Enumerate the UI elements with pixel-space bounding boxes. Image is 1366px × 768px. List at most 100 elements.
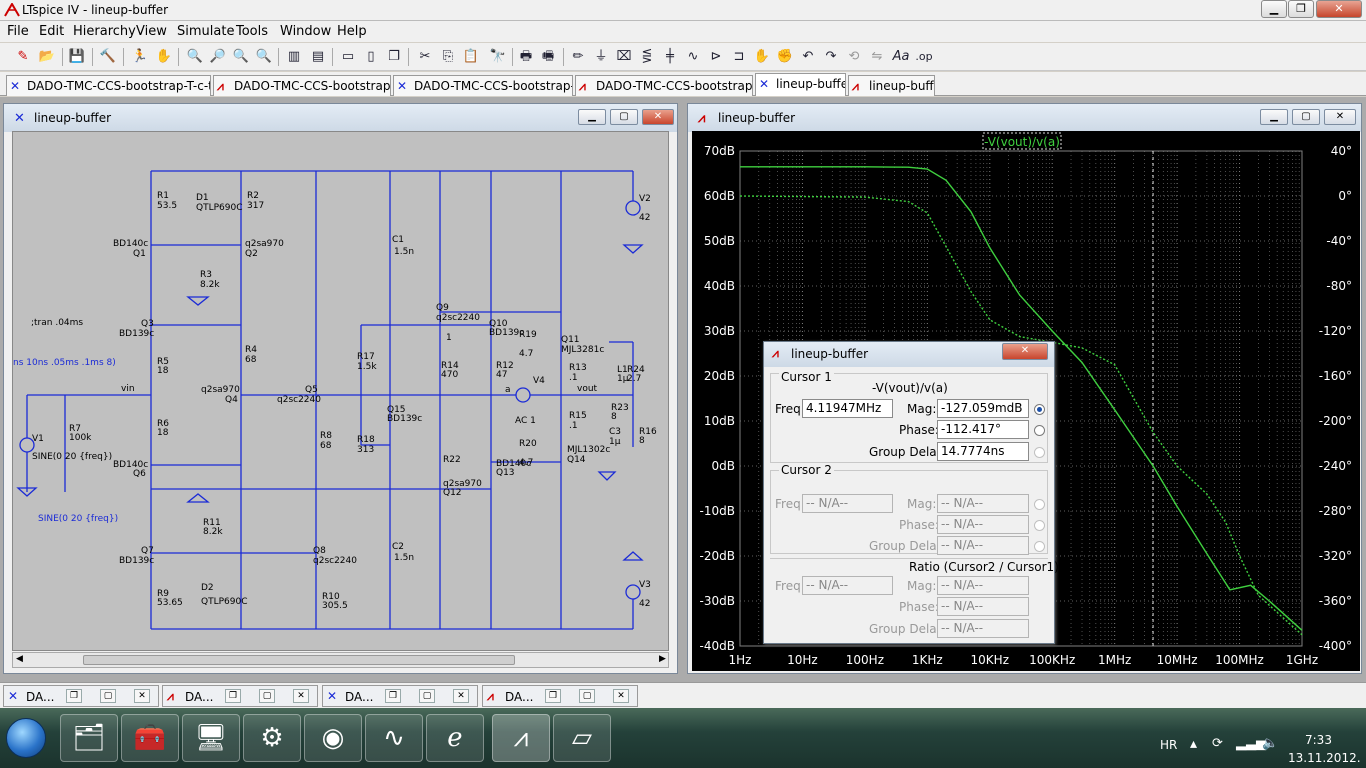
schematic-hscrollbar[interactable]: ◀ ▶ bbox=[12, 652, 669, 668]
tab-doc-3[interactable]: ✕ DADO-TMC-CCS-bootstrap-T-d bbox=[393, 75, 573, 96]
undo-icon[interactable]: ↶ bbox=[798, 47, 818, 67]
restore-icon[interactable]: ❐ bbox=[545, 689, 561, 703]
print-icon[interactable]: 🖶 bbox=[516, 47, 536, 67]
capacitor-icon[interactable]: ╪ bbox=[660, 47, 680, 67]
close-icon[interactable]: ✕ bbox=[453, 689, 469, 703]
zoom-out-icon[interactable]: 🔍 bbox=[231, 47, 251, 67]
cursor2-group-delay-radio[interactable] bbox=[1034, 541, 1045, 552]
scroll-left-icon[interactable]: ◀ bbox=[16, 654, 23, 664]
cursor2-group-delay-field[interactable]: -- N/A-- bbox=[937, 536, 1029, 555]
open-icon[interactable]: 📂 bbox=[37, 47, 57, 67]
cursor1-phase-field[interactable]: -112.417° bbox=[937, 420, 1029, 439]
rotate-icon[interactable]: ⟲ bbox=[844, 47, 864, 67]
cursor1-mag-radio[interactable] bbox=[1034, 404, 1045, 415]
zoom-in-icon[interactable]: 🔍 bbox=[185, 47, 205, 67]
cursor2-mag-field[interactable]: -- N/A-- bbox=[937, 494, 1029, 513]
menu-help[interactable]: Help bbox=[337, 24, 367, 39]
menu-tools[interactable]: Tools bbox=[236, 24, 268, 39]
tab-doc-1[interactable]: ✕ DADO-TMC-CCS-bootstrap-T-c-triple bbox=[6, 75, 211, 96]
close-icon[interactable]: ✕ bbox=[293, 689, 309, 703]
ltspice-taskbar-icon[interactable]: ⩘ bbox=[492, 714, 550, 762]
restore-icon[interactable]: ❐ bbox=[66, 689, 82, 703]
volume-icon[interactable]: 🔈 bbox=[1262, 736, 1278, 751]
minimized-window-3[interactable]: ✕ DA... ❐ ▢ ✕ bbox=[322, 685, 478, 707]
clock-time[interactable]: 7:33 bbox=[1305, 733, 1332, 747]
start-button[interactable] bbox=[6, 718, 46, 758]
resistor-icon[interactable]: ⋚ bbox=[637, 47, 657, 67]
cursor1-group-delay-radio[interactable] bbox=[1034, 447, 1045, 458]
cut-icon[interactable]: ✂ bbox=[415, 47, 435, 67]
halt-icon[interactable]: ✋ bbox=[154, 47, 174, 67]
schematic-canvas[interactable]: R1 53.5 R2 317 D1 QTLP690C BD140c Q1 q2s… bbox=[12, 131, 669, 651]
save-icon[interactable]: 💾 bbox=[67, 47, 87, 67]
menu-view[interactable]: View bbox=[136, 24, 167, 39]
cascade-icon[interactable]: ❐ bbox=[384, 47, 404, 67]
find-icon[interactable]: 🔭 bbox=[488, 47, 508, 67]
internet-explorer-icon[interactable]: ℯ bbox=[426, 714, 484, 762]
run-icon[interactable]: 🏃 bbox=[130, 47, 150, 67]
close-icon[interactable]: ✕ bbox=[134, 689, 150, 703]
app-minimize-button[interactable]: ▁ bbox=[1261, 0, 1287, 18]
autorange-icon[interactable]: ▥ bbox=[284, 47, 304, 67]
ratio-group-delay-field[interactable]: -- N/A-- bbox=[937, 619, 1029, 638]
cursor1-mag-field[interactable]: -127.059mdB bbox=[937, 399, 1029, 418]
minimized-window-4[interactable]: ⩘ DA... ❐ ▢ ✕ bbox=[482, 685, 638, 707]
tab-doc-4[interactable]: ⩘ DADO-TMC-CCS-bootstrap-T-d bbox=[575, 75, 753, 96]
maximize-icon[interactable]: ▢ bbox=[100, 689, 116, 703]
plot-window-titlebar[interactable]: ⩘ lineup-buffer ▁ ▢ ✕ bbox=[688, 104, 1361, 132]
notebook-icon[interactable]: ▱ bbox=[553, 714, 611, 762]
red-app-icon[interactable]: ◉ bbox=[304, 714, 362, 762]
maximize-icon[interactable]: ▢ bbox=[579, 689, 595, 703]
tool-icon[interactable]: ⚙ bbox=[243, 714, 301, 762]
maximize-icon[interactable]: ▢ bbox=[419, 689, 435, 703]
schematic-maximize-button[interactable]: ▢ bbox=[610, 109, 638, 125]
draw-wire-icon[interactable]: ✏ bbox=[568, 47, 588, 67]
cursor2-mag-radio[interactable] bbox=[1034, 499, 1045, 510]
minimized-window-1[interactable]: ✕ DA... ❐ ▢ ✕ bbox=[3, 685, 159, 707]
scroll-right-icon[interactable]: ▶ bbox=[659, 654, 666, 664]
network-icon[interactable]: 🖥 bbox=[182, 714, 240, 762]
scroll-thumb[interactable] bbox=[83, 655, 515, 665]
ratio-freq-field[interactable]: -- N/A-- bbox=[802, 576, 893, 595]
plot-minimize-button[interactable]: ▁ bbox=[1260, 109, 1288, 125]
cursor1-phase-radio[interactable] bbox=[1034, 425, 1045, 436]
cursor1-freq-field[interactable]: 4.11947MHz bbox=[802, 399, 893, 418]
tab-doc-5[interactable]: ✕ lineup-buffer bbox=[755, 73, 846, 96]
menu-hierarchy[interactable]: Hierarchy bbox=[73, 24, 136, 39]
language-indicator[interactable]: HR bbox=[1160, 738, 1177, 752]
spice-directive-icon[interactable]: .op bbox=[914, 47, 934, 67]
control-panel-icon[interactable]: 🔨 bbox=[98, 47, 118, 67]
app-launcher-icon[interactable]: 🧰 bbox=[121, 714, 179, 762]
oscilloscope-icon[interactable]: ∿ bbox=[365, 714, 423, 762]
copy-icon[interactable]: ⎘ bbox=[438, 47, 458, 67]
cursor2-phase-radio[interactable] bbox=[1034, 520, 1045, 531]
tile-vertical-icon[interactable]: ▯ bbox=[361, 47, 381, 67]
inductor-icon[interactable]: ∿ bbox=[683, 47, 703, 67]
menu-window[interactable]: Window bbox=[280, 24, 331, 39]
zoom-fit-icon[interactable]: 🔍 bbox=[254, 47, 274, 67]
restore-icon[interactable]: ❐ bbox=[225, 689, 241, 703]
sync-icon[interactable]: ⟳ bbox=[1212, 736, 1223, 751]
menu-simulate[interactable]: Simulate bbox=[177, 24, 234, 39]
paste-icon[interactable]: 📋 bbox=[461, 47, 481, 67]
diode-icon[interactable]: ⊳ bbox=[706, 47, 726, 67]
cursor2-phase-field[interactable]: -- N/A-- bbox=[937, 515, 1029, 534]
schematic-minimize-button[interactable]: ▁ bbox=[578, 109, 606, 125]
restore-icon[interactable]: ❐ bbox=[385, 689, 401, 703]
zoom-pan-icon[interactable]: 🔎 bbox=[208, 47, 228, 67]
app-restore-button[interactable]: ❐ bbox=[1288, 0, 1314, 18]
component-icon[interactable]: ⊐ bbox=[729, 47, 749, 67]
app-close-button[interactable]: ✕ bbox=[1316, 0, 1362, 18]
ratio-mag-field[interactable]: -- N/A-- bbox=[937, 576, 1029, 595]
print-preview-icon[interactable]: 🖷 bbox=[538, 47, 558, 67]
explorer-icon[interactable]: 🗂 bbox=[60, 714, 118, 762]
cursor2-freq-field[interactable]: -- N/A-- bbox=[802, 494, 893, 513]
schematic-window-titlebar[interactable]: ✕ lineup-buffer ▁ ▢ ✕ bbox=[4, 104, 677, 132]
minimized-window-2[interactable]: ⩘ DA... ❐ ▢ ✕ bbox=[162, 685, 318, 707]
marching-waves-icon[interactable]: ▤ bbox=[308, 47, 328, 67]
schematic-close-button[interactable]: ✕ bbox=[642, 109, 674, 125]
ratio-phase-field[interactable]: -- N/A-- bbox=[937, 597, 1029, 616]
move-icon[interactable]: ✋ bbox=[752, 47, 772, 67]
menu-edit[interactable]: Edit bbox=[39, 24, 64, 39]
cursor-dialog-titlebar[interactable]: ⩘ lineup-buffer ✕ bbox=[764, 342, 1054, 367]
